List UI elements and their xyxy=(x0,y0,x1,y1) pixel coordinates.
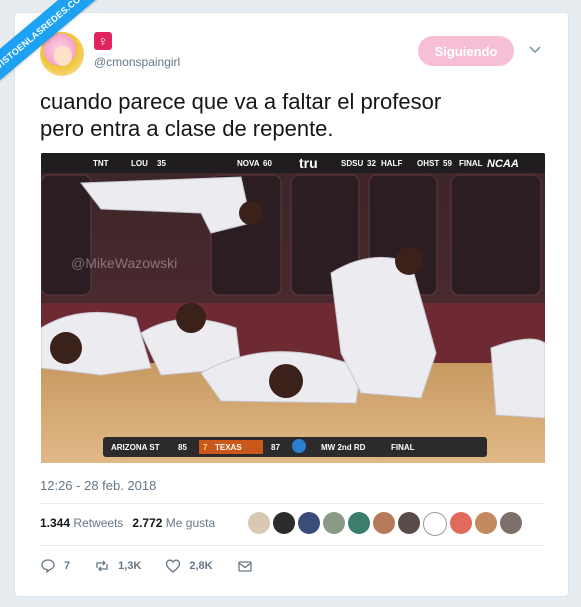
tweet-text-line-2: pero entra a clase de repente. xyxy=(40,116,334,141)
top-bar-nova: NOVA xyxy=(237,159,260,168)
top-bar-ohst: OHST xyxy=(417,159,439,168)
top-bar-sdsu-score: 32 xyxy=(367,159,376,168)
scoreboard-team-2: TEXAS xyxy=(215,443,242,452)
retweets-stat[interactable]: 1.344 Retweets xyxy=(40,516,123,530)
liker-avatar[interactable] xyxy=(273,512,295,534)
following-button[interactable]: Siguiendo xyxy=(418,36,514,66)
liker-avatar[interactable] xyxy=(348,512,370,534)
reply-count: 7 xyxy=(64,560,71,572)
retweet-icon xyxy=(96,560,108,572)
top-bar-sdsu: SDSU xyxy=(341,159,363,168)
likes-label: Me gusta xyxy=(165,516,216,530)
reply-icon xyxy=(41,559,55,574)
liker-avatar[interactable] xyxy=(450,512,472,534)
venus-symbol-icon: ♀ xyxy=(94,32,112,50)
basketball-bench-photo: TNT LOU 35 NOVA 60 tru SDSU 32 HALF OHST… xyxy=(41,153,545,463)
top-bar-final: FINAL xyxy=(459,159,483,168)
avatar-face xyxy=(54,46,72,66)
envelope-icon xyxy=(237,561,252,572)
scoreboard-round: MW 2nd RD xyxy=(321,443,366,452)
liker-avatar[interactable] xyxy=(398,512,420,534)
divider-bottom xyxy=(40,545,544,546)
divider-top xyxy=(40,503,544,504)
retweet-button[interactable]: 1,3K xyxy=(94,558,141,574)
liker-avatar[interactable] xyxy=(423,512,447,536)
liker-avatar[interactable] xyxy=(373,512,395,534)
tweet-text-line-1: cuando parece que va a faltar el profeso… xyxy=(40,89,442,114)
top-bar-lou: LOU xyxy=(131,159,148,168)
liker-avatar[interactable] xyxy=(323,512,345,534)
liker-avatar[interactable] xyxy=(475,512,497,534)
like-count: 2,8K xyxy=(189,560,213,572)
top-bar-tru: tru xyxy=(299,155,318,171)
photo-watermark: @MikeWazowski xyxy=(71,255,177,271)
top-bar-half: HALF xyxy=(381,159,402,168)
liker-avatars xyxy=(248,512,522,536)
scoreboard-score-2: 87 xyxy=(271,443,280,452)
username[interactable]: ♀ xyxy=(94,32,112,51)
top-bar-tnt: TNT xyxy=(93,159,109,168)
tweet-actions: 7 1,3K 2,8K xyxy=(40,558,277,574)
top-bar-nova-score: 60 xyxy=(263,159,272,168)
like-button[interactable]: 2,8K xyxy=(165,558,213,574)
reply-button[interactable]: 7 xyxy=(40,558,70,574)
tweet-text: cuando parece que va a faltar el profeso… xyxy=(40,88,550,142)
scoreboard-score-1: 85 xyxy=(178,443,187,452)
retweets-label: Retweets xyxy=(73,516,124,530)
heart-icon xyxy=(166,559,181,573)
top-bar-ohst-score: 59 xyxy=(443,159,452,168)
scoreboard-status: FINAL xyxy=(391,443,415,452)
top-bar-ncaa: NCAA xyxy=(487,158,519,170)
top-bar-lou-score: 35 xyxy=(157,159,166,168)
tweet-media-photo[interactable]: TNT LOU 35 NOVA 60 tru SDSU 32 HALF OHST… xyxy=(41,153,545,463)
scoreboard-seed-2: 7 xyxy=(203,443,208,452)
direct-message-button[interactable] xyxy=(237,558,253,574)
retweet-count: 1,3K xyxy=(118,560,142,572)
tweet-stats: 1.344 Retweets 2.772 Me gusta xyxy=(40,516,215,530)
likes-stat[interactable]: 2.772 Me gusta xyxy=(132,516,215,530)
likes-count: 2.772 xyxy=(132,516,163,530)
liker-avatar[interactable] xyxy=(500,512,522,534)
scoreboard-team-1: ARIZONA ST xyxy=(111,443,160,452)
chevron-down-icon[interactable] xyxy=(528,42,542,56)
retweets-count: 1.344 xyxy=(40,516,71,530)
liker-avatar[interactable] xyxy=(248,512,270,534)
liker-avatar[interactable] xyxy=(298,512,320,534)
tweet-timestamp[interactable]: 12:26 - 28 feb. 2018 xyxy=(40,478,156,493)
user-handle[interactable]: @cmonspaingirl xyxy=(94,55,180,69)
